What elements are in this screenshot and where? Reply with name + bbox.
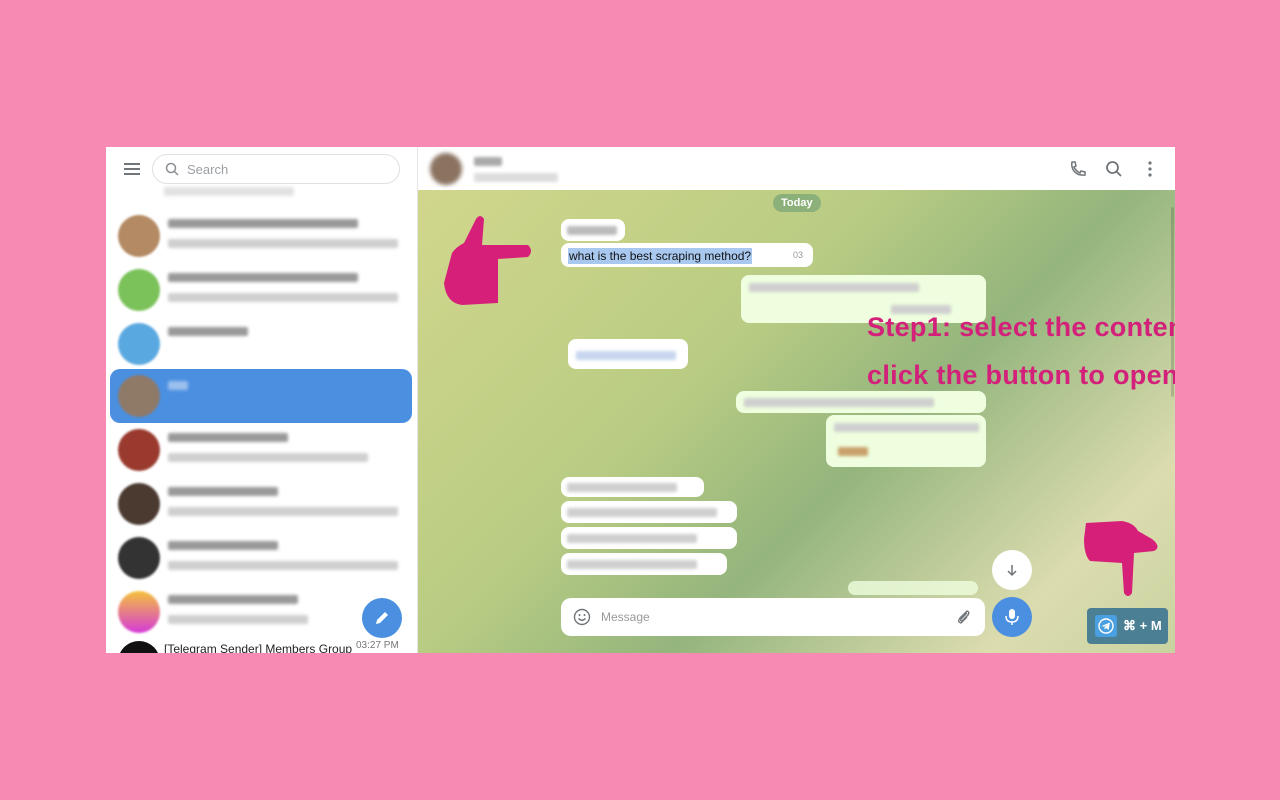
instruction-line-1: Step1: select the content and [867,312,1175,342]
message-bubble[interactable] [561,527,737,549]
scraper-extension-button[interactable]: ⌘ + M [1087,608,1168,644]
chat-panel: Today 03 what is the best scraping metho… [418,147,1175,653]
phone-icon[interactable] [1068,159,1088,179]
chat-list-item[interactable] [110,317,412,371]
chat-header [418,147,1175,190]
voice-message-button[interactable] [992,597,1032,637]
arrow-down-icon [1007,565,1017,577]
scroll-down-button[interactable] [992,550,1032,590]
selected-message-text[interactable]: what is the best scraping method? [568,248,753,264]
message-bubble[interactable] [568,339,688,369]
chat-list-item-active[interactable] [110,369,412,423]
shortcut-label: ⌘ + M [1123,618,1162,633]
message-bubble[interactable] [561,219,625,241]
pointing-hand-right-icon [444,216,531,305]
telegram-logo-icon [1095,615,1117,637]
microphone-icon [1005,609,1019,625]
chat-list-item[interactable] [110,263,412,317]
chat-time: 03:27 PM [356,640,399,651]
message-input[interactable]: Message [561,598,985,636]
date-badge: Today [773,194,821,212]
chat-list-item[interactable] [110,477,412,531]
chat-list-item[interactable] [110,209,412,263]
emoji-icon[interactable] [573,608,591,626]
new-message-button[interactable] [362,598,402,638]
message-bubble[interactable] [826,415,986,467]
message-bubble[interactable] [561,501,737,523]
search-icon[interactable] [1104,159,1124,179]
instruction-line-2: click the button to open box [867,360,1175,390]
avatar[interactable] [118,641,160,653]
pointing-hand-down-icon [1084,521,1158,596]
message-bubble[interactable] [561,477,704,497]
menu-icon[interactable] [124,163,140,175]
chat-list-sidebar: Search [Telegram Sender] Members Group 0… [106,147,418,653]
attach-icon[interactable] [955,608,973,626]
message-bubble[interactable] [848,581,978,595]
chat-list-item[interactable] [110,423,412,477]
message-time: 03 [792,250,803,260]
pencil-icon [376,612,388,624]
chat-list-item[interactable] [110,531,412,585]
message-bubble[interactable] [736,391,986,413]
telegram-window: Search [Telegram Sender] Members Group 0… [106,147,1175,653]
chat-name[interactable]: [Telegram Sender] Members Group [164,642,352,653]
more-options-icon[interactable] [1140,159,1160,179]
search-icon [165,162,179,176]
search-input[interactable]: Search [152,154,400,184]
message-bubble[interactable] [561,553,727,575]
avatar[interactable] [430,153,462,185]
